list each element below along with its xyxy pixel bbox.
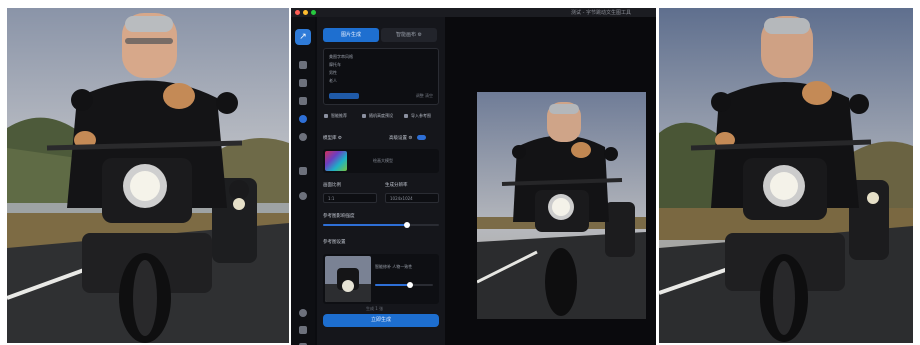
reference-card[interactable]: 智能修补 人物一致性 — [323, 254, 439, 304]
ratio-value: 1:1 — [328, 196, 335, 201]
advanced-toggle[interactable] — [417, 135, 426, 140]
reference-slider[interactable] — [375, 282, 433, 288]
ratio-select[interactable]: 1:1 — [323, 193, 377, 203]
reference-thumbnail — [325, 256, 371, 302]
model-section-label: 模型库 ⚙ — [323, 136, 342, 141]
resolution-label: 生成分辨率 — [385, 183, 408, 188]
user-icon[interactable] — [299, 192, 307, 200]
reference-slider-knob[interactable] — [406, 282, 413, 288]
prompt-line: 男性 — [329, 70, 337, 75]
random-preset-button[interactable]: 随机高度预设 — [361, 111, 393, 121]
generated-photo-scene — [659, 8, 913, 343]
comparison-stage: 测试 - 字节跳动文生图工具 ↗ 图片生成 智能画布 ⚙ 美图字串风格 摩托车 … — [0, 0, 920, 345]
resolution-select[interactable]: 1024x1024 — [385, 193, 439, 203]
maximize-window-button[interactable] — [311, 10, 316, 15]
app-window: 测试 - 字节跳动文生图工具 ↗ 图片生成 智能画布 ⚙ 美图字串风格 摩托车 … — [291, 8, 656, 345]
reference-slider-fill — [375, 284, 410, 286]
advanced-settings-label: 高级设置 ⚙ — [389, 136, 413, 141]
app-logo[interactable]: ↗ — [295, 29, 311, 45]
window-title: 测试 - 字节跳动文生图工具 — [571, 10, 631, 16]
prompt-line: 老人 — [329, 78, 337, 83]
import-reference-button[interactable]: 导入参考图 — [403, 111, 431, 121]
reference-text: 智能修补 人物一致性 — [375, 264, 413, 269]
resolution-value: 1024x1024 — [390, 196, 413, 201]
strength-slider-knob[interactable] — [403, 222, 410, 228]
prompt-input[interactable]: 美图字串风格 摩托车 男性 老人 调整 清空 — [323, 48, 439, 105]
original-photo-scene — [7, 8, 289, 343]
preview-canvas — [445, 17, 656, 345]
model-name: 绘画大模型 — [373, 158, 393, 163]
tab-smart-canvas[interactable]: 智能画布 ⚙ — [381, 28, 437, 42]
grid-icon[interactable] — [299, 97, 307, 105]
prompt-line: 摩托车 — [329, 62, 341, 67]
minimize-window-button[interactable] — [303, 10, 308, 15]
close-window-button[interactable] — [295, 10, 300, 15]
strength-label: 参考图影响强度 — [323, 214, 355, 219]
prompt-line: 美图字串风格 — [329, 54, 353, 59]
model-thumbnail — [325, 151, 347, 171]
smart-recommend-button[interactable]: 智能推荐 — [323, 111, 347, 121]
menu-icon[interactable] — [299, 79, 307, 87]
icon-rail: ↗ — [291, 17, 315, 345]
strength-slider-fill — [323, 224, 407, 226]
generated-photo — [659, 8, 913, 343]
image-tool-icon[interactable] — [299, 115, 307, 123]
folder-icon[interactable] — [299, 167, 307, 175]
generate-count[interactable]: 生成 1 张 — [366, 306, 383, 312]
reference-label: 参考图设置 — [323, 240, 346, 245]
title-bar: 测试 - 字节跳动文生图工具 — [291, 8, 656, 17]
chat-icon[interactable] — [299, 326, 307, 334]
settings-icon[interactable] — [299, 309, 307, 317]
model-selector[interactable]: 绘画大模型 — [323, 149, 439, 173]
history-icon[interactable] — [299, 133, 307, 141]
prompt-actions[interactable]: 调整 清空 — [416, 93, 433, 99]
preview-image[interactable] — [477, 92, 646, 319]
tab-image-generation[interactable]: 图片生成 — [323, 28, 379, 42]
strength-slider[interactable] — [323, 222, 439, 228]
original-photo — [7, 8, 289, 343]
settings-panel: 图片生成 智能画布 ⚙ 美图字串风格 摩托车 男性 老人 调整 清空 智能推荐 … — [317, 17, 445, 345]
ratio-label: 画面比例 — [323, 183, 341, 188]
home-icon[interactable] — [299, 61, 307, 69]
generate-button[interactable]: 立即生成 — [323, 314, 439, 327]
prompt-style-chip[interactable] — [329, 93, 359, 99]
